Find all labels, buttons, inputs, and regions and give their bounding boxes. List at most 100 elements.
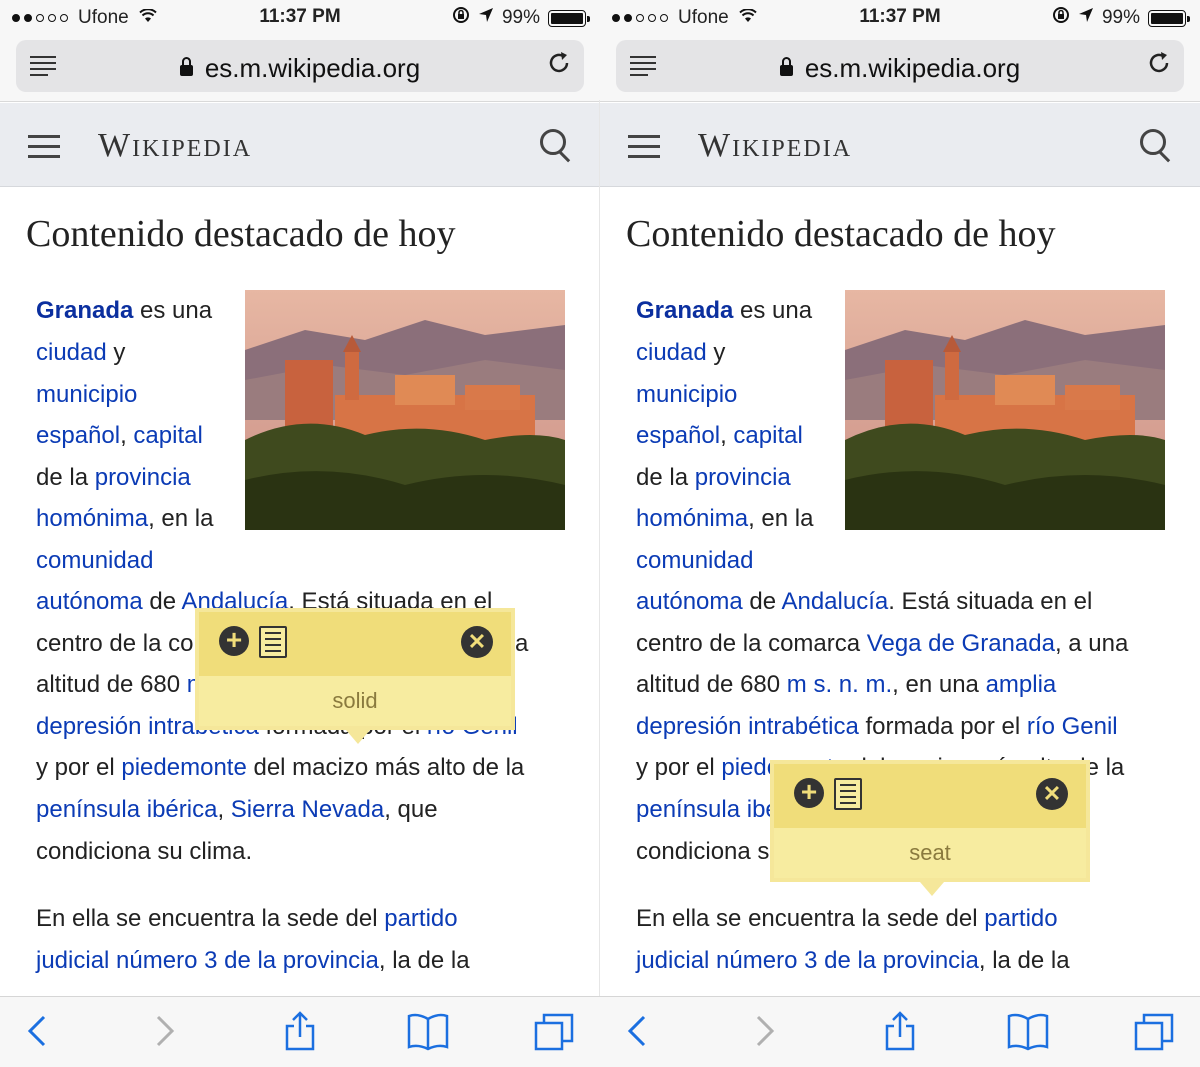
article-content: Contenido destacado de hoy Granada es un… — [0, 188, 600, 996]
share-icon[interactable] — [282, 1011, 318, 1051]
url-text: es.m.wikipedia.org — [204, 53, 421, 83]
forward-icon[interactable] — [150, 1011, 180, 1051]
article-text: , en una — [892, 671, 986, 698]
article-line: y por el piedemonte del macizo más alto … — [36, 753, 524, 783]
article-text: , — [120, 422, 134, 449]
article-link[interactable]: península ibérica — [36, 796, 217, 823]
battery-icon — [548, 9, 590, 27]
notes-icon[interactable] — [834, 778, 862, 810]
article-line: altitud de 680 m s. n. m., en una amplia — [636, 670, 1056, 700]
location-arrow-icon — [1078, 7, 1094, 29]
article-line: centro de la comarca Vega de Granada, a … — [636, 629, 1128, 659]
article-link[interactable]: capital — [133, 422, 202, 449]
article-link[interactable]: capital — [733, 422, 802, 449]
article-line: comunidad — [636, 546, 753, 576]
wikipedia-wordmark[interactable]: Wikipedia — [698, 127, 852, 165]
article-line: de la provincia — [36, 463, 191, 493]
article-link[interactable]: comunidad — [636, 547, 753, 574]
article-text: , — [720, 422, 734, 449]
tabs-icon[interactable] — [532, 1011, 576, 1051]
article-line: de la provincia — [636, 463, 791, 493]
search-icon[interactable] — [540, 129, 574, 163]
article-link[interactable]: río Genil — [1027, 713, 1118, 740]
add-icon[interactable]: + — [794, 778, 824, 808]
article-link[interactable]: partido — [984, 905, 1057, 932]
article-link[interactable]: Andalucía — [781, 588, 888, 615]
add-icon[interactable]: + — [219, 626, 249, 656]
bookmarks-icon[interactable] — [1006, 1011, 1050, 1051]
article-link[interactable]: partido — [384, 905, 457, 932]
granada-photo[interactable] — [845, 290, 1165, 530]
article-link[interactable]: amplia — [986, 671, 1057, 698]
article-link[interactable]: ciudad — [636, 339, 707, 366]
article-text: . Está situada en el — [888, 588, 1093, 615]
address-bar-area: es.m.wikipedia.org — [600, 34, 1200, 102]
rotation-lock-icon — [452, 6, 470, 30]
tabs-icon[interactable] — [1132, 1011, 1176, 1051]
article-link[interactable]: provincia — [695, 464, 791, 491]
share-icon[interactable] — [882, 1011, 918, 1051]
article-link[interactable]: piedemonte — [121, 754, 246, 781]
article-line: península ibérica, Sierra Nevada, que — [36, 795, 438, 825]
page-heading: Contenido destacado de hoy — [26, 213, 456, 255]
article-line: homónima, en la — [636, 504, 813, 534]
article-link[interactable]: español — [36, 422, 120, 449]
wikipedia-header: Wikipedia — [600, 103, 1200, 187]
wikipedia-wordmark[interactable]: Wikipedia — [98, 127, 252, 165]
article-text: condiciona su clima. — [36, 838, 253, 865]
address-bar[interactable]: es.m.wikipedia.org — [616, 40, 1184, 92]
page-heading: Contenido destacado de hoy — [626, 213, 1056, 255]
article-line: Granada es una — [36, 296, 212, 326]
phone-screen-left: Ufone 11:37 PM 99% es.m.wikipedia.org Wi… — [0, 0, 600, 1067]
article-title-link[interactable]: Granada — [636, 297, 733, 324]
article-link[interactable]: Sierra Nevada — [231, 796, 384, 823]
location-arrow-icon — [478, 7, 494, 29]
battery-percent: 99% — [1101, 7, 1140, 28]
translated-word: seat — [774, 828, 1086, 878]
reload-icon[interactable] — [1146, 50, 1172, 83]
article-line: En ella se encuentra la sede del partido — [36, 904, 458, 934]
article-link[interactable]: judicial número 3 de la provincia — [636, 947, 979, 974]
article-text: y por el — [36, 754, 122, 781]
rotation-lock-icon — [1052, 6, 1070, 30]
article-link[interactable]: provincia — [95, 464, 191, 491]
article-link[interactable]: municipio — [636, 381, 737, 408]
article-text: En ella se encuentra la sede del — [636, 905, 985, 932]
article-link[interactable]: Vega de Granada — [867, 630, 1055, 657]
close-icon[interactable]: ✕ — [1036, 778, 1068, 810]
article-link[interactable]: español — [636, 422, 720, 449]
browser-toolbar — [600, 996, 1200, 1067]
article-link[interactable]: municipio — [36, 381, 137, 408]
back-icon[interactable] — [22, 1011, 52, 1051]
status-bar: Ufone 11:37 PM 99% — [0, 0, 600, 34]
notes-icon[interactable] — [259, 626, 287, 658]
back-icon[interactable] — [622, 1011, 652, 1051]
article-link[interactable]: comunidad — [36, 547, 153, 574]
article-link[interactable]: m s. n. m. — [787, 671, 892, 698]
lock-icon — [779, 57, 793, 76]
menu-icon[interactable] — [628, 135, 660, 165]
lock-icon — [179, 57, 193, 76]
close-icon[interactable]: ✕ — [461, 626, 493, 658]
forward-icon[interactable] — [750, 1011, 780, 1051]
reload-icon[interactable] — [546, 50, 572, 83]
article-text: , — [217, 796, 231, 823]
battery-icon — [1148, 9, 1190, 27]
article-text: En ella se encuentra la sede del — [36, 905, 385, 932]
popup-pointer — [920, 882, 944, 896]
article-title-link[interactable]: Granada — [36, 297, 133, 324]
article-link[interactable]: autónoma — [36, 588, 143, 615]
article-link[interactable]: autónoma — [636, 588, 743, 615]
search-icon[interactable] — [1140, 129, 1174, 163]
address-bar[interactable]: es.m.wikipedia.org — [16, 40, 584, 92]
article-line: español, capital — [36, 421, 203, 451]
article-link[interactable]: homónima — [636, 505, 748, 532]
article-link[interactable]: judicial número 3 de la provincia — [36, 947, 379, 974]
article-text: altitud de 680 — [636, 671, 787, 698]
article-link[interactable]: ciudad — [36, 339, 107, 366]
granada-photo[interactable] — [245, 290, 565, 530]
article-link[interactable]: depresión intrabética — [636, 713, 859, 740]
article-link[interactable]: homónima — [36, 505, 148, 532]
bookmarks-icon[interactable] — [406, 1011, 450, 1051]
menu-icon[interactable] — [28, 135, 60, 165]
